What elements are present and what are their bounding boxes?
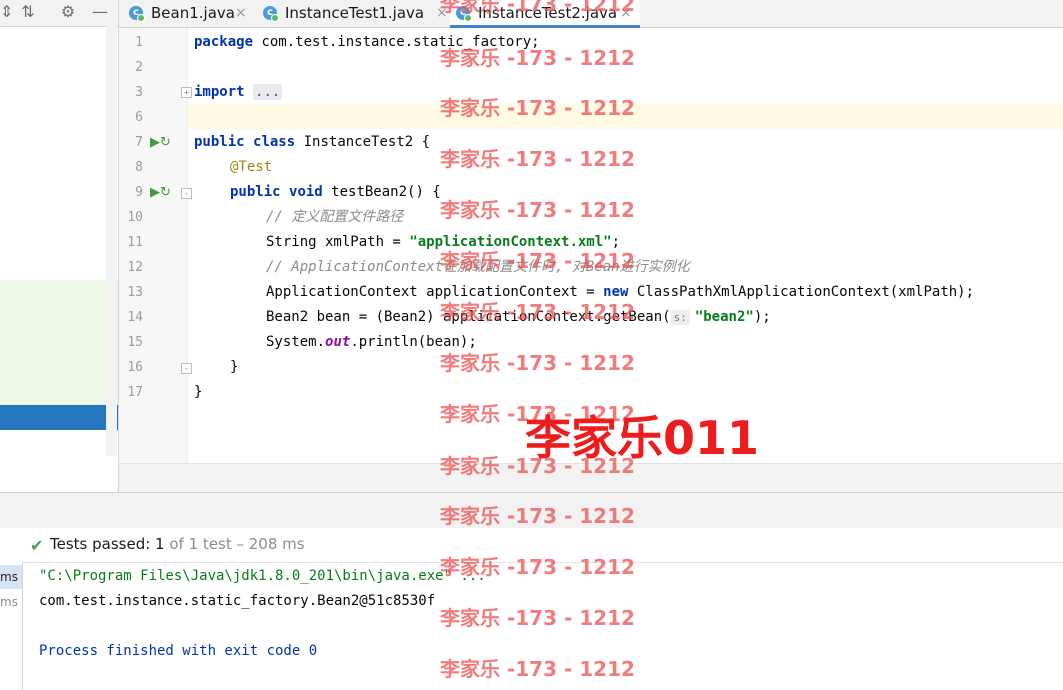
- project-tree-highlight: [0, 280, 118, 405]
- code-line: public void testBean2() {: [230, 184, 441, 200]
- project-pane: ⇕ ⇅ ⚙ —: [0, 0, 119, 492]
- watermark: 李家乐 -173 - 1212: [440, 351, 635, 375]
- line-number: 16: [127, 360, 143, 375]
- line-number: 13: [127, 285, 143, 300]
- code-line: }: [230, 359, 239, 375]
- tab-bean1[interactable]: c Bean1.java ×: [123, 0, 251, 27]
- test-status-text: Tests passed: 1 of 1 test – 208 ms: [50, 535, 305, 553]
- line-number: 3: [135, 85, 143, 100]
- watermark: 李家乐 -173 - 1212: [440, 46, 635, 70]
- line-number: 12: [127, 260, 143, 275]
- code-line: public class InstanceTest2 {: [194, 134, 431, 150]
- watermark: 李家乐 -173 - 1212: [440, 249, 635, 273]
- code-line: @Test: [230, 159, 273, 175]
- watermark: 李家乐 -173 - 1212: [440, 606, 635, 630]
- check-icon: ✔: [30, 536, 44, 555]
- line-number: 10: [127, 210, 143, 225]
- watermark: 李家乐 -173 - 1212: [440, 0, 635, 16]
- run-test-class-icon[interactable]: ▶↻: [150, 135, 171, 150]
- class-icon: c: [263, 6, 279, 22]
- project-scrollbar[interactable]: [106, 26, 117, 456]
- test-duration: ms: [0, 570, 18, 584]
- code-line: // 定义配置文件路径: [266, 209, 404, 225]
- line-number: 7: [135, 135, 143, 150]
- watermark: 李家乐 -173 - 1212: [440, 300, 635, 324]
- gear-icon[interactable]: ⚙: [58, 2, 78, 22]
- line-number: 17: [127, 385, 143, 400]
- parameter-hint: s:: [670, 310, 690, 325]
- fold-icon[interactable]: -: [181, 363, 192, 374]
- project-toolbar: ⇕ ⇅ ⚙ —: [0, 0, 118, 27]
- tab-instancetest1[interactable]: c InstanceTest1.java ×: [257, 0, 452, 27]
- project-tree-selected-row[interactable]: [0, 405, 118, 430]
- editor-gutter: 1 2 3 6 7 8 9 10 11 12 13 14 15 16 17 ▶↻…: [119, 28, 192, 463]
- watermark: 李家乐 -173 - 1212: [440, 147, 635, 171]
- watermark-large: 李家乐011: [525, 411, 760, 465]
- line-number: 14: [127, 310, 143, 325]
- line-number: 11: [127, 235, 143, 250]
- collapse-all-icon[interactable]: ⇕: [0, 2, 13, 22]
- code-line: }: [194, 384, 203, 400]
- watermark: 李家乐 -173 - 1212: [440, 504, 635, 528]
- code-line: import ...: [194, 84, 283, 100]
- line-number: 1: [135, 35, 143, 50]
- fold-icon[interactable]: +: [181, 87, 192, 98]
- tab-label: InstanceTest1.java: [285, 4, 425, 22]
- tab-label: Bean1.java: [151, 4, 235, 22]
- run-test-method-icon[interactable]: ▶↻: [150, 185, 171, 200]
- minimize-icon[interactable]: —: [90, 2, 110, 22]
- fold-icon[interactable]: -: [181, 188, 192, 199]
- test-duration: ms: [0, 595, 18, 609]
- watermark: 李家乐 -173 - 1212: [440, 198, 635, 222]
- close-icon[interactable]: ×: [235, 0, 247, 27]
- line-number: 6: [135, 110, 143, 125]
- line-number: 9: [135, 185, 143, 200]
- watermark: 李家乐 -173 - 1212: [440, 96, 635, 120]
- console-line: "C:\Program Files\Java\jdk1.8.0_201\bin\…: [39, 568, 486, 584]
- test-results-tree[interactable]: ms ms: [0, 562, 23, 690]
- scroll-from-source-icon[interactable]: ⇅: [18, 2, 38, 22]
- watermark: 李家乐 -173 - 1212: [440, 555, 635, 579]
- line-number: 2: [135, 60, 143, 75]
- console-line: com.test.instance.static_factory.Bean2@5…: [39, 593, 436, 609]
- line-number: 15: [127, 335, 143, 350]
- console-line: Process finished with exit code 0: [39, 643, 318, 659]
- watermark: 李家乐 -173 - 1212: [440, 657, 635, 681]
- class-icon: c: [129, 6, 145, 22]
- line-number: 8: [135, 160, 143, 175]
- folded-imports[interactable]: ...: [253, 84, 283, 100]
